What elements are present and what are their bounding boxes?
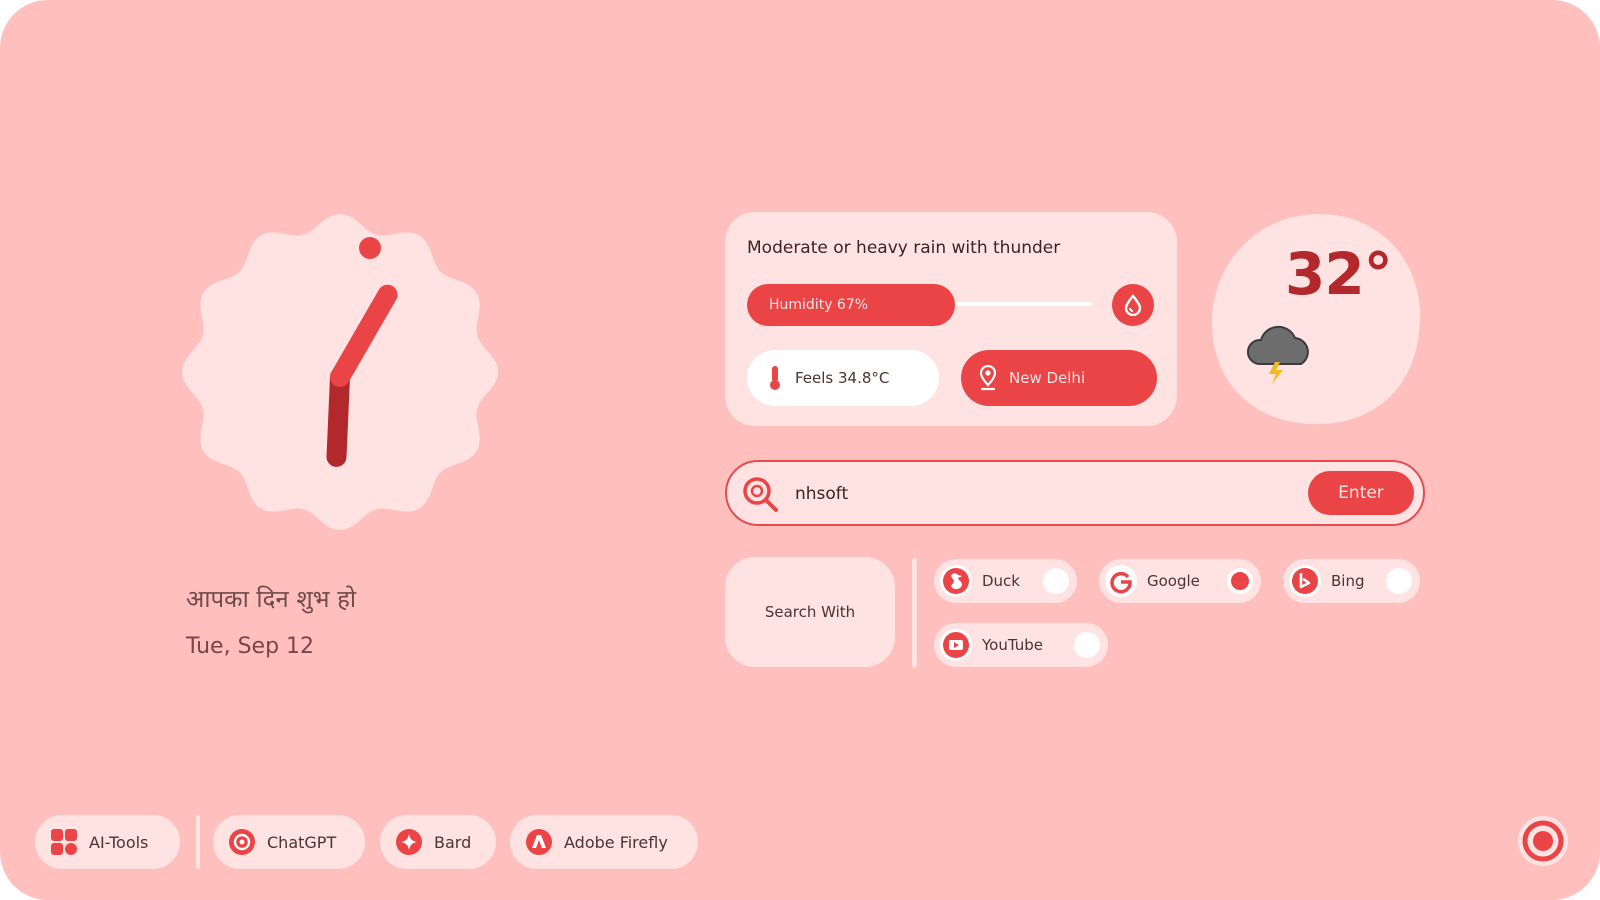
chatgpt-label: ChatGPT (267, 832, 337, 852)
bard-icon (396, 829, 422, 855)
enter-button[interactable]: Enter (1308, 471, 1414, 515)
ai-tools-icon (51, 829, 77, 855)
engine-radio-duck[interactable] (1043, 568, 1069, 594)
youtube-icon (940, 629, 972, 661)
engine-option-youtube[interactable]: YouTube (934, 623, 1108, 667)
adobe-firefly-label: Adobe Firefly (564, 832, 668, 852)
duck-icon (940, 565, 972, 597)
temperature-value: 32° (1285, 240, 1393, 308)
search-with-label: Search With (725, 557, 895, 667)
ai-tools-label: AI-Tools (89, 832, 149, 852)
engine-option-google[interactable]: Google (1099, 559, 1261, 603)
engine-name-duck: Duck (982, 572, 1020, 590)
engine-radio-google[interactable] (1227, 568, 1253, 594)
chatgpt-icon (229, 829, 255, 855)
engine-option-bing[interactable]: Bing (1283, 559, 1420, 603)
bing-icon (1289, 565, 1321, 597)
search-icon (743, 477, 778, 512)
location-text: New Delhi (1009, 369, 1086, 387)
humidity-label: Humidity 67% (769, 297, 869, 313)
adobe-firefly-link[interactable]: Adobe Firefly (510, 815, 698, 869)
engine-name-bing: Bing (1331, 572, 1365, 590)
greeting-text: आपका दिन शुभ हो (186, 585, 357, 613)
adobe-firefly-icon (526, 829, 552, 855)
engine-radio-bing[interactable] (1386, 568, 1412, 594)
engine-name-youtube: YouTube (982, 636, 1043, 654)
new-tab-dashboard: आपका दिन शुभ हो Tue, Sep 12 Moderate or … (0, 0, 1600, 900)
feels-like-text: Feels 34.8°C (795, 369, 890, 387)
clock-twelve-marker (359, 237, 381, 259)
search-input[interactable] (793, 476, 1317, 512)
thermometer-icon (770, 366, 780, 390)
humidity-drop-icon (1112, 284, 1154, 326)
analog-clock (182, 214, 498, 530)
location-pill[interactable]: New Delhi (961, 350, 1157, 406)
humidity-bar: Humidity 67% (747, 284, 955, 326)
engine-name-google: Google (1147, 572, 1200, 590)
location-pin-icon (979, 365, 997, 391)
quick-links-divider (196, 815, 200, 869)
weather-card: Moderate or heavy rain with thunder Humi… (725, 212, 1177, 426)
weather-condition: Moderate or heavy rain with thunder (747, 238, 1061, 258)
engine-radio-youtube[interactable] (1074, 632, 1100, 658)
google-icon (1105, 565, 1137, 597)
date-text: Tue, Sep 12 (186, 634, 315, 659)
hour-hand (326, 367, 350, 467)
search-bar: Enter (725, 460, 1425, 526)
engine-divider (912, 558, 917, 668)
feels-like-pill: Feels 34.8°C (747, 350, 939, 406)
ai-tools-link[interactable]: AI-Tools (35, 815, 180, 869)
thunderstorm-icon (1247, 325, 1309, 384)
bard-label: Bard (434, 832, 472, 852)
bard-link[interactable]: Bard (380, 815, 496, 869)
chatgpt-link[interactable]: ChatGPT (213, 815, 365, 869)
record-button[interactable] (1517, 815, 1569, 867)
engine-option-duck[interactable]: Duck (934, 559, 1077, 603)
